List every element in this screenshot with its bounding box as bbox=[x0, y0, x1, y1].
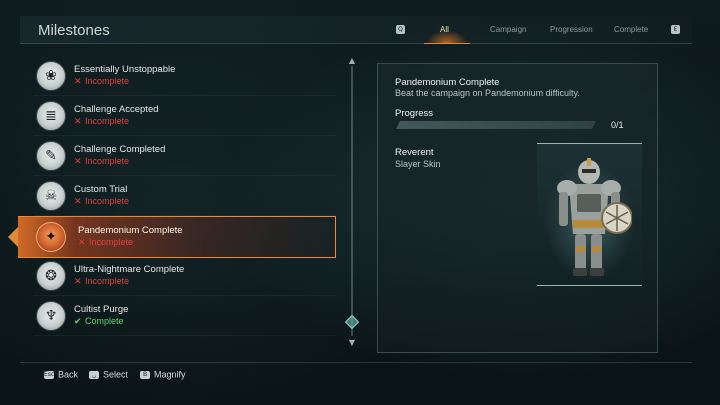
tab-complete[interactable]: Complete bbox=[614, 25, 648, 34]
slayer-skin-image bbox=[557, 158, 632, 276]
list-scrollbar[interactable] bbox=[351, 66, 353, 336]
scroll-quill-icon: ✎ bbox=[36, 141, 66, 171]
milestone-name: Challenge Accepted bbox=[74, 104, 159, 115]
scroll-bottom-cap-icon: ▼ bbox=[348, 338, 356, 347]
milestone-name: Pandemonium Complete bbox=[78, 225, 183, 236]
milestone-name: Essentially Unstoppable bbox=[74, 64, 176, 75]
tab-bar: Q All Campaign Progression Complete E bbox=[396, 16, 686, 44]
reward-name: Reverent bbox=[395, 147, 434, 158]
milestone-status: ✕ Incomplete bbox=[74, 156, 130, 167]
x-icon: ✕ bbox=[74, 277, 82, 287]
header-bar: Milestones Q All Campaign Progression Co… bbox=[20, 16, 692, 44]
x-icon: ✕ bbox=[78, 238, 86, 248]
milestone-row-challenge-completed[interactable]: ✎ Challenge Completed ✕ Incomplete bbox=[34, 138, 336, 176]
x-icon: ✕ bbox=[74, 157, 82, 167]
milestone-status: ✕ Incomplete bbox=[74, 116, 130, 127]
milestone-status: ✕ Incomplete bbox=[74, 196, 130, 207]
next-tab-key-icon[interactable]: E bbox=[671, 25, 680, 34]
select-hint[interactable]: ␣ Select bbox=[89, 369, 128, 381]
milestone-list: ❀ Essentially Unstoppable ✕ Incomplete ≣ … bbox=[8, 58, 336, 346]
scroll-top-cap-icon: ▲ bbox=[348, 56, 356, 65]
demon-crest-icon: ✦ bbox=[36, 222, 66, 252]
reward-type: Slayer Skin bbox=[395, 159, 441, 169]
milestone-status: ✕ Incomplete bbox=[78, 237, 134, 248]
magnify-label: Magnify bbox=[154, 369, 186, 380]
milestone-name: Cultist Purge bbox=[74, 304, 129, 315]
progress-count: 0/1 bbox=[611, 120, 624, 130]
milestone-name: Custom Trial bbox=[74, 184, 128, 195]
select-label: Select bbox=[103, 369, 129, 380]
milestone-row-essentially-unstoppable[interactable]: ❀ Essentially Unstoppable ✕ Incomplete bbox=[34, 58, 336, 96]
milestone-detail-panel: Pandemonium Complete Beat the campaign o… bbox=[377, 63, 658, 353]
nightmare-crest-icon: ❂ bbox=[36, 261, 66, 291]
x-icon: ✕ bbox=[74, 197, 82, 207]
back-label: Back bbox=[58, 369, 79, 380]
milestone-name: Challenge Completed bbox=[74, 144, 166, 155]
detail-title: Pandemonium Complete bbox=[395, 77, 500, 88]
space-key-icon: ␣ bbox=[89, 370, 99, 379]
detail-description: Beat the campaign on Pandemonium difficu… bbox=[395, 88, 580, 98]
skull-crossbones-icon: ☠ bbox=[36, 181, 66, 211]
reward-preview bbox=[537, 143, 642, 286]
milestone-row-challenge-accepted[interactable]: ≣ Challenge Accepted ✕ Incomplete bbox=[34, 98, 336, 136]
x-icon: ✕ bbox=[74, 117, 82, 127]
scroll-thumb[interactable] bbox=[344, 314, 360, 330]
footer-divider bbox=[20, 362, 692, 363]
milestone-row-cultist-purge[interactable]: ♆ Cultist Purge ✔ Complete bbox=[34, 298, 336, 336]
progress-label: Progress bbox=[395, 108, 434, 119]
milestone-row-custom-trial[interactable]: ☠ Custom Trial ✕ Incomplete bbox=[34, 178, 336, 216]
milestone-row-ultra-nightmare-complete[interactable]: ❂ Ultra-Nightmare Complete ✕ Incomplete bbox=[34, 258, 336, 296]
tab-campaign[interactable]: Campaign bbox=[490, 25, 526, 34]
milestone-status: ✕ Incomplete bbox=[74, 276, 130, 287]
tab-progression[interactable]: Progression bbox=[550, 25, 593, 34]
triple-emblem-icon: ❀ bbox=[36, 61, 66, 91]
scroll-icon: ≣ bbox=[36, 101, 66, 131]
x-icon: ✕ bbox=[74, 77, 82, 87]
milestones-screen: Milestones Q All Campaign Progression Co… bbox=[0, 0, 720, 405]
milestone-status: ✔ Complete bbox=[74, 316, 124, 327]
progress-bar bbox=[396, 121, 596, 129]
magnify-hint[interactable]: B Magnify bbox=[140, 369, 186, 381]
prev-tab-key-icon[interactable]: Q bbox=[396, 25, 405, 34]
back-hint[interactable]: Esc Back bbox=[44, 369, 78, 381]
hooded-cultist-icon: ♆ bbox=[36, 301, 66, 331]
page-title: Milestones bbox=[38, 22, 110, 39]
milestone-row-pandemonium-complete[interactable]: ✦ Pandemonium Complete ✕ Incomplete bbox=[8, 216, 336, 258]
tab-all[interactable]: All bbox=[440, 25, 449, 34]
milestone-status: ✕ Incomplete bbox=[74, 76, 130, 87]
b-key-icon: B bbox=[140, 370, 150, 379]
milestone-name: Ultra-Nightmare Complete bbox=[74, 264, 185, 275]
escape-key-icon: Esc bbox=[44, 370, 55, 379]
checkmark-icon: ✔ bbox=[74, 317, 82, 327]
